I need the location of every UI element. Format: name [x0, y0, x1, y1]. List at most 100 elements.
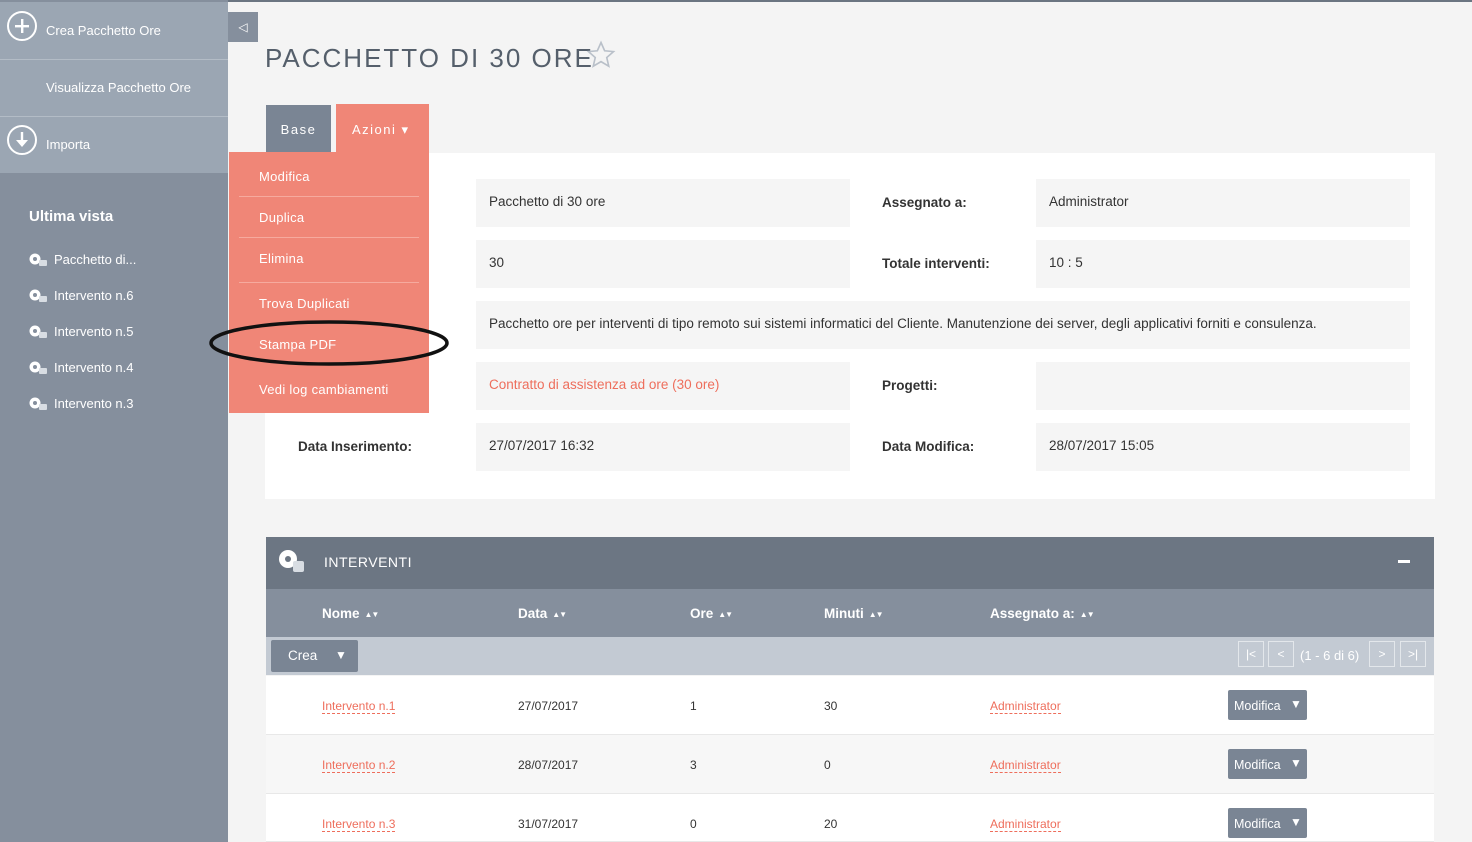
recent-item-label: Pacchetto di...: [54, 252, 137, 267]
row-data: 27/07/2017: [518, 699, 579, 713]
collapse-icon[interactable]: [1398, 560, 1410, 563]
menu-item-modifica[interactable]: Modifica: [259, 169, 310, 184]
sort-icon: ▲▼: [718, 610, 733, 619]
row-nome-link[interactable]: Intervento n.2: [322, 758, 396, 773]
table-row: Intervento n.3 31/07/2017 0 20 Administr…: [266, 794, 1434, 842]
sort-icon: ▲▼: [1079, 610, 1095, 619]
field-ore: 30: [476, 240, 850, 288]
menu-item-duplica[interactable]: Duplica: [259, 210, 304, 225]
menu-item-vedi-log[interactable]: Vedi log cambiamenti: [259, 382, 389, 397]
row-minuti: 0: [824, 758, 831, 772]
field-contratto-link[interactable]: Contratto di assistenza ad ore (30 ore): [476, 362, 850, 410]
star-icon[interactable]: [586, 40, 616, 70]
modifica-button[interactable]: Modifica ▼: [1228, 808, 1307, 838]
prev-page-button[interactable]: <: [1268, 641, 1294, 667]
clock-icon: [29, 253, 47, 266]
row-ore: 3: [690, 758, 697, 772]
field-data-modifica: 28/07/2017 15:05: [1036, 423, 1410, 471]
page-title: PACCHETTO DI 30 ORE: [265, 43, 594, 73]
label-data-inserimento: Data Inserimento:: [298, 439, 413, 454]
modifica-button[interactable]: Modifica ▼: [1228, 749, 1307, 779]
menu-item-elimina[interactable]: Elimina: [259, 251, 304, 266]
last-page-button[interactable]: >|: [1400, 641, 1426, 667]
clock-icon: [279, 550, 304, 572]
caret-down-icon: ▼: [335, 648, 347, 662]
sort-icon: ▲▼: [868, 610, 884, 619]
row-data: 28/07/2017: [518, 758, 579, 772]
clock-icon: [29, 289, 47, 302]
pagination-text: (1 - 6 di 6): [1300, 648, 1360, 663]
field-assegnato: Administrator: [1036, 179, 1410, 227]
subpanel-title: INTERVENTI: [324, 554, 412, 570]
sidebar-action-label: Crea Pacchetto Ore: [46, 23, 161, 38]
tab-base[interactable]: Base: [266, 105, 331, 153]
sidebar-collapse-button[interactable]: ◁: [228, 12, 258, 42]
sidebar-action-importa[interactable]: Importa: [0, 116, 228, 173]
column-header-label: Assegnato a:: [990, 606, 1075, 621]
sidebar-action-label: Importa: [46, 137, 91, 152]
menu-item-trova-duplicati[interactable]: Trova Duplicati: [259, 296, 350, 311]
sidebar-action-visualizza[interactable]: Visualizza Pacchetto Ore: [0, 59, 228, 116]
field-totale: 10 : 5: [1036, 240, 1410, 288]
label-progetti: Progetti:: [882, 378, 938, 393]
row-assegnato-link[interactable]: Administrator: [990, 817, 1061, 832]
clock-icon: [29, 361, 47, 374]
azioni-dropdown-menu: Modifica Duplica Elimina Trova Duplicati…: [229, 152, 429, 413]
table-row: Intervento n.1 27/07/2017 1 30 Administr…: [266, 676, 1434, 735]
column-header-label: Minuti: [824, 606, 864, 621]
row-ore: 1: [690, 699, 697, 713]
menu-divider: [239, 196, 419, 197]
column-header-label: Data: [518, 606, 548, 621]
row-minuti: 30: [824, 699, 838, 713]
row-assegnato-link[interactable]: Administrator: [990, 758, 1061, 773]
caret-down-icon: ▼: [1290, 756, 1302, 770]
column-header-assegnato[interactable]: Assegnato a: ▲▼: [990, 606, 1095, 621]
crea-label: Crea: [288, 648, 318, 663]
highlight-ellipse-annotation: [209, 320, 449, 366]
row-nome-link[interactable]: Intervento n.1: [322, 699, 396, 714]
sort-icon: ▲▼: [552, 610, 567, 619]
download-circle-icon: [7, 125, 37, 155]
label-totale: Totale interventi:: [882, 256, 990, 271]
row-ore: 0: [690, 817, 697, 831]
tab-azioni[interactable]: Azioni ▾: [336, 104, 429, 153]
subpanel-toolbar: Crea ▼ |< < (1 - 6 di 6) > >|: [266, 637, 1434, 675]
crea-button[interactable]: Crea ▼: [271, 640, 358, 672]
modifica-label: Modifica: [1234, 758, 1281, 772]
caret-down-icon: ▼: [1290, 815, 1302, 829]
table-row: Intervento n.2 28/07/2017 3 0 Administra…: [266, 735, 1434, 794]
recent-item-label: Intervento n.3: [54, 396, 134, 411]
modifica-label: Modifica: [1234, 699, 1281, 713]
subpanel-header[interactable]: INTERVENTI: [266, 537, 1434, 589]
sidebar: Crea Pacchetto Ore Visualizza Pacchetto …: [0, 0, 228, 842]
first-page-button[interactable]: |<: [1238, 641, 1264, 667]
recent-item-label: Intervento n.5: [54, 324, 134, 339]
field-name: Pacchetto di 30 ore: [476, 179, 850, 227]
clock-icon: [29, 397, 47, 410]
column-header-nome[interactable]: Nome ▲▼: [322, 606, 379, 621]
modifica-button[interactable]: Modifica ▼: [1228, 690, 1307, 720]
recent-item-label: Intervento n.4: [54, 360, 134, 375]
caret-down-icon: ▼: [1290, 697, 1302, 711]
column-header-data[interactable]: Data ▲▼: [518, 606, 567, 621]
menu-divider: [239, 282, 419, 283]
menu-divider: [239, 237, 419, 238]
column-header-ore[interactable]: Ore ▲▼: [690, 606, 733, 621]
recent-item-label: Intervento n.6: [54, 288, 134, 303]
row-nome-link[interactable]: Intervento n.3: [322, 817, 396, 832]
plus-circle-icon: [7, 11, 37, 41]
column-header-minuti[interactable]: Minuti ▲▼: [824, 606, 884, 621]
row-data: 31/07/2017: [518, 817, 579, 831]
column-header-label: Nome: [322, 606, 360, 621]
sidebar-action-label: Visualizza Pacchetto Ore: [46, 80, 191, 95]
row-assegnato-link[interactable]: Administrator: [990, 699, 1061, 714]
sidebar-action-crea[interactable]: Crea Pacchetto Ore: [0, 2, 228, 59]
field-data-inserimento: 27/07/2017 16:32: [476, 423, 850, 471]
clock-icon: [29, 325, 47, 338]
recent-heading: Ultima vista: [29, 208, 114, 225]
field-descrizione: Pacchetto ore per interventi di tipo rem…: [476, 301, 1410, 349]
column-header-label: Ore: [690, 606, 714, 621]
row-minuti: 20: [824, 817, 838, 831]
modifica-label: Modifica: [1234, 817, 1281, 831]
next-page-button[interactable]: >: [1369, 641, 1395, 667]
